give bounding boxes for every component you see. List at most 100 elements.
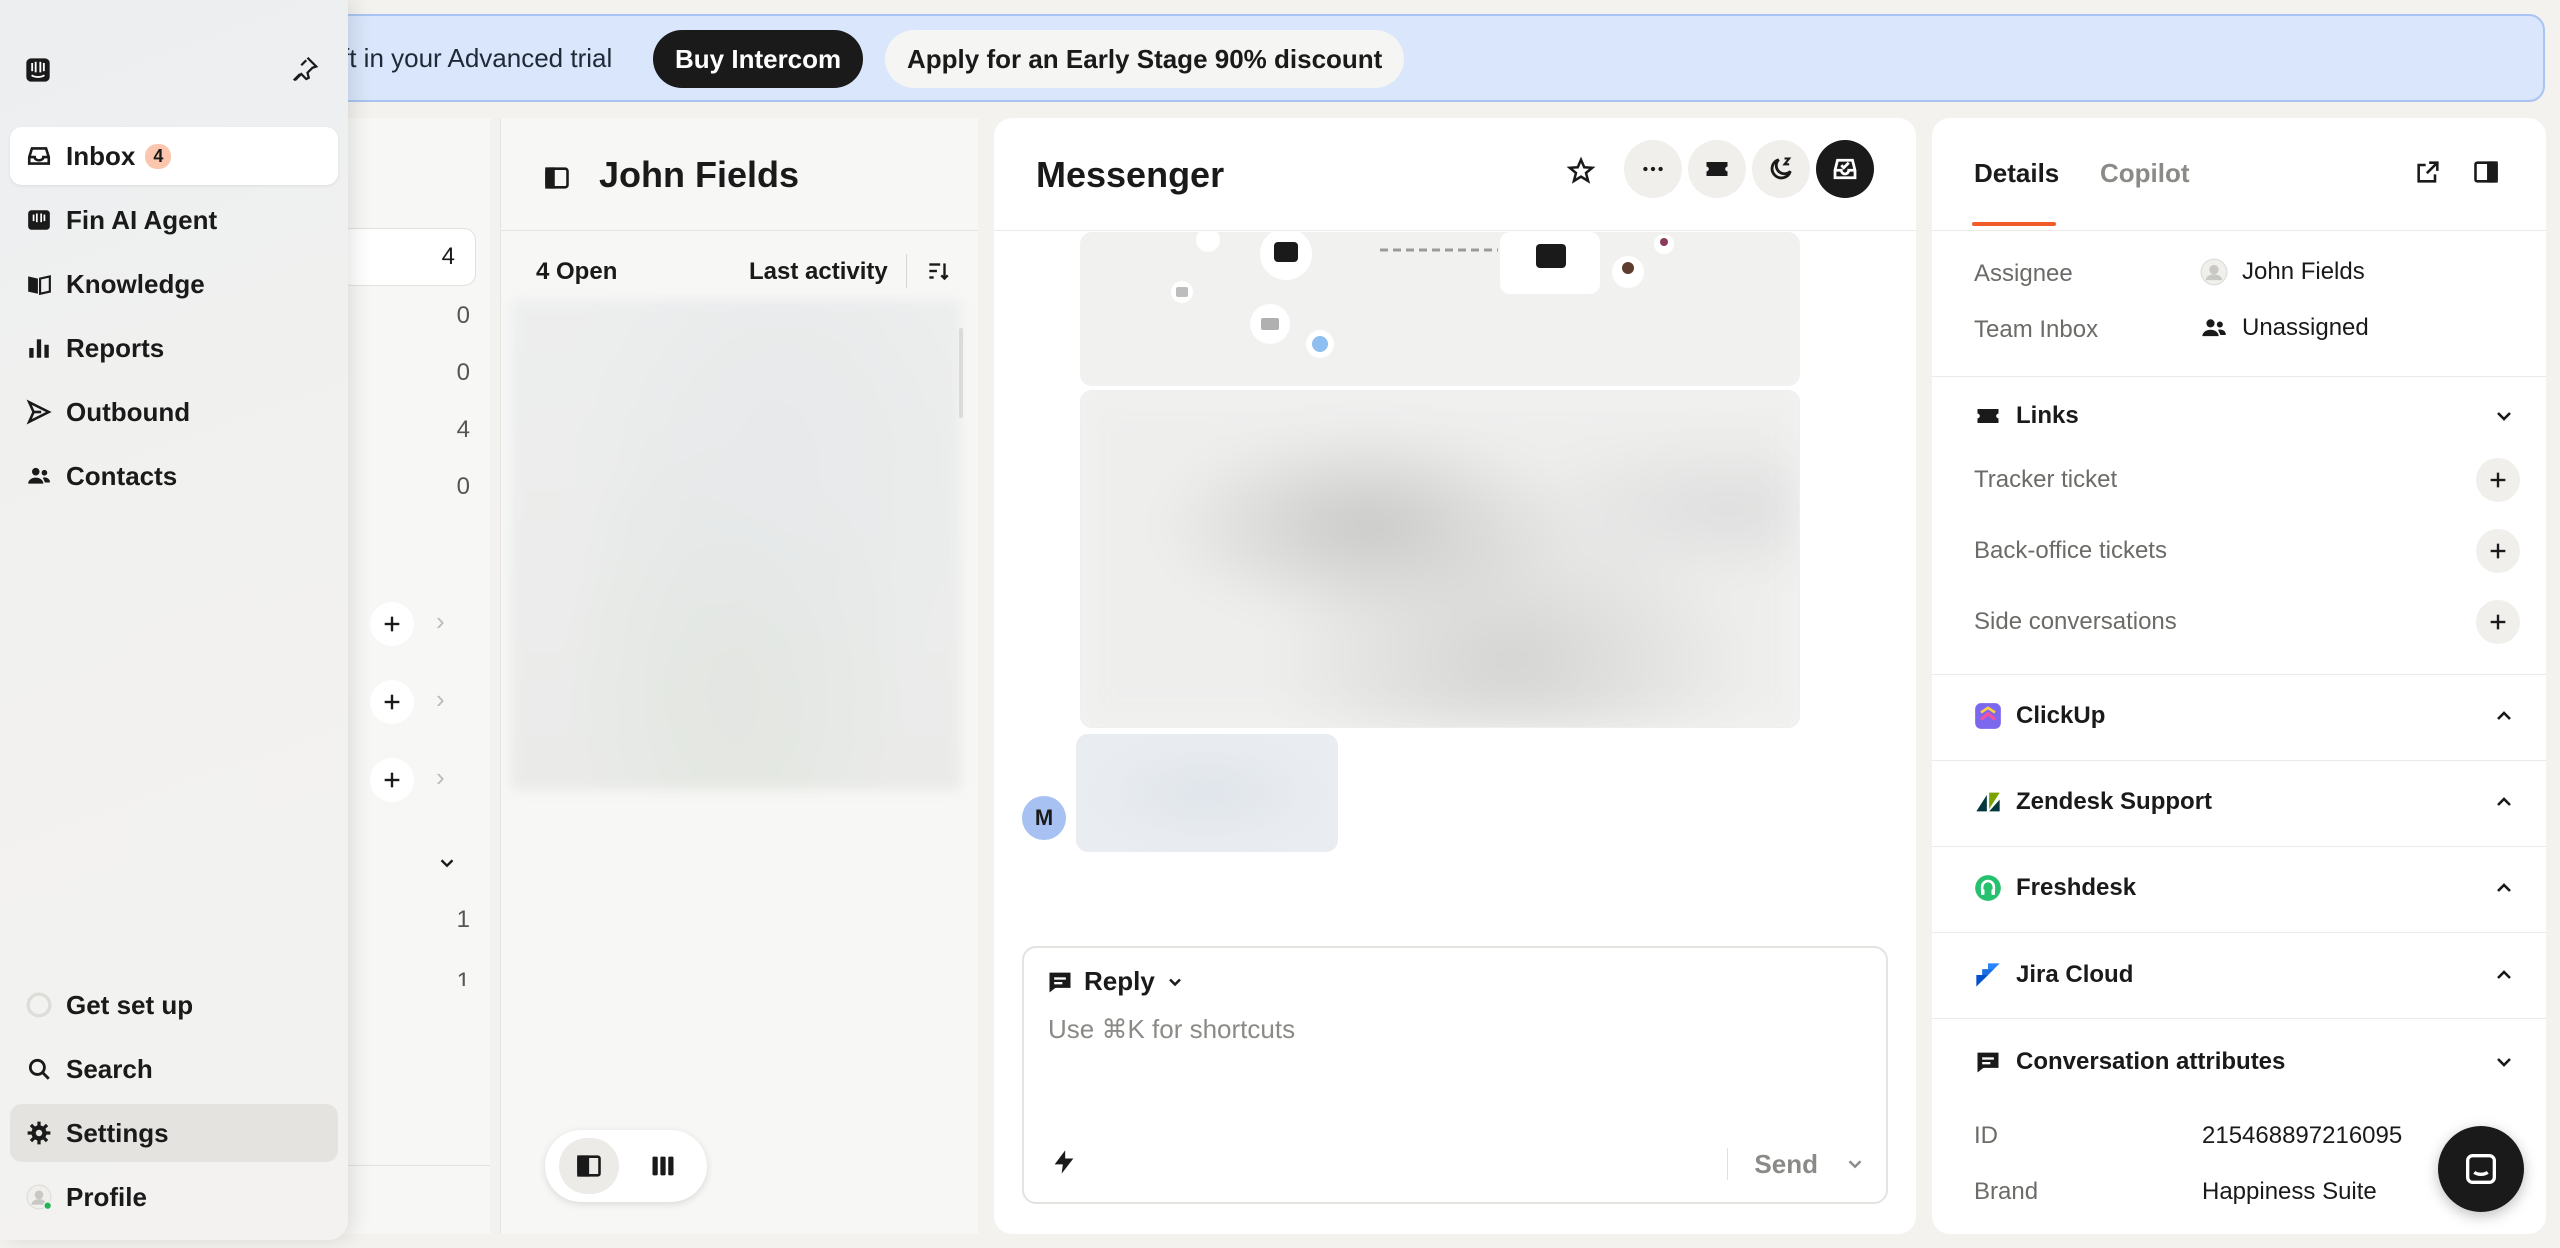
assignee-value[interactable]: John Fields bbox=[2200, 258, 2365, 286]
inbox-count-row[interactable]: 4 bbox=[457, 416, 470, 444]
sidebar-item-outbound[interactable]: Outbound bbox=[10, 383, 338, 441]
team-inbox-value[interactable]: Unassigned bbox=[2200, 314, 2369, 342]
sidebar-item-get-set-up[interactable]: Get set up bbox=[10, 976, 338, 1034]
open-in-new-window-icon[interactable] bbox=[2414, 158, 2442, 186]
trial-text: ft in your Advanced trial bbox=[342, 42, 613, 73]
three-column-layout-button[interactable] bbox=[633, 1138, 693, 1194]
add-group-button[interactable] bbox=[370, 758, 414, 802]
divider bbox=[501, 230, 978, 231]
integration-diagram-image bbox=[1171, 232, 1674, 358]
conversation-attributes-header[interactable]: Conversation attributes bbox=[1974, 1048, 2285, 1076]
sidebar-item-settings[interactable]: Settings bbox=[10, 1104, 338, 1162]
buy-intercom-button[interactable]: Buy Intercom bbox=[653, 30, 864, 88]
send-options-chevron-icon[interactable] bbox=[1844, 1153, 1866, 1175]
sidebar-item-search[interactable]: Search bbox=[10, 1040, 338, 1098]
snooze-button[interactable] bbox=[1752, 140, 1810, 198]
two-column-layout-button[interactable] bbox=[559, 1138, 619, 1194]
id-label: ID bbox=[1974, 1122, 1998, 1149]
chat-bubble-icon bbox=[2461, 1149, 2501, 1189]
messenger-launcher-button[interactable] bbox=[2438, 1126, 2524, 1212]
two-column-icon bbox=[575, 1152, 603, 1180]
conversation-list-blurred[interactable] bbox=[511, 300, 961, 790]
add-back-office-ticket-button[interactable] bbox=[2476, 529, 2520, 573]
plus-icon bbox=[2487, 469, 2509, 491]
sidebar-item-inbox[interactable]: Inbox 4 bbox=[10, 127, 338, 185]
chevron-down-icon[interactable] bbox=[2492, 404, 2516, 428]
inbox-count-row[interactable]: 4 bbox=[340, 228, 476, 286]
sidebar-item-reports[interactable]: Reports bbox=[10, 319, 338, 377]
clickup-icon bbox=[1974, 702, 2002, 730]
reply-input[interactable] bbox=[1048, 1014, 1848, 1045]
tab-details[interactable]: Details bbox=[1974, 158, 2059, 189]
convert-to-ticket-button[interactable] bbox=[1688, 140, 1746, 198]
chevron-right-icon[interactable]: › bbox=[436, 762, 445, 793]
list-title: John Fields bbox=[599, 154, 800, 195]
intercom-logo-icon[interactable] bbox=[24, 56, 52, 84]
add-group-button[interactable] bbox=[370, 680, 414, 724]
sidebar-item-contacts[interactable]: Contacts bbox=[10, 447, 338, 505]
search-icon bbox=[26, 1056, 52, 1082]
scrollbar[interactable] bbox=[959, 328, 963, 418]
send-button[interactable]: Send bbox=[1754, 1149, 1818, 1180]
header-divider bbox=[994, 230, 1916, 231]
lightning-icon[interactable] bbox=[1050, 1148, 1078, 1176]
freshdesk-section-header[interactable]: Freshdesk bbox=[1974, 874, 2136, 902]
chevron-down-icon[interactable] bbox=[436, 852, 458, 874]
jira-section-header[interactable]: Jira Cloud bbox=[1974, 961, 2133, 989]
sidebar-item-fin-ai-agent[interactable]: Fin AI Agent bbox=[10, 191, 338, 249]
id-value[interactable]: 215468897216095 bbox=[2202, 1122, 2402, 1150]
divider bbox=[1932, 230, 2546, 231]
group-count[interactable]: 1 bbox=[457, 968, 470, 986]
clickup-section-header[interactable]: ClickUp bbox=[1974, 702, 2105, 730]
links-section-header[interactable]: Links bbox=[1974, 402, 2079, 430]
add-tracker-ticket-button[interactable] bbox=[2476, 458, 2520, 502]
add-side-conversation-button[interactable] bbox=[2476, 600, 2520, 644]
pin-icon[interactable] bbox=[290, 54, 320, 84]
message-bubble-blurred[interactable] bbox=[1076, 734, 1338, 852]
trial-banner: ft in your Advanced trial Buy Intercom A… bbox=[160, 14, 2545, 102]
chevron-up-icon[interactable] bbox=[2492, 876, 2516, 900]
chevron-up-icon[interactable] bbox=[2492, 963, 2516, 987]
more-options-button[interactable] bbox=[1624, 140, 1682, 198]
plus-icon bbox=[381, 769, 403, 791]
collapse-sidebar-icon[interactable] bbox=[543, 164, 571, 192]
chevron-down-icon[interactable] bbox=[2492, 1050, 2516, 1074]
send-controls: Send bbox=[1727, 1148, 1866, 1180]
plus-icon bbox=[2487, 540, 2509, 562]
reply-mode-dropdown[interactable]: Reply bbox=[1046, 966, 1185, 997]
brand-value[interactable]: Happiness Suite bbox=[2202, 1178, 2377, 1206]
attachment-image[interactable] bbox=[1080, 232, 1800, 386]
zendesk-section-header[interactable]: Zendesk Support bbox=[1974, 788, 2212, 816]
sidebar-item-knowledge[interactable]: Knowledge bbox=[10, 255, 338, 313]
inbox-unread-badge: 4 bbox=[145, 143, 172, 169]
chevron-up-icon[interactable] bbox=[2492, 704, 2516, 728]
chevron-right-icon[interactable]: › bbox=[436, 684, 445, 715]
sort-direction-icon[interactable] bbox=[925, 258, 951, 284]
close-conversation-button[interactable] bbox=[1816, 140, 1874, 198]
assignee-label: Assignee bbox=[1974, 260, 2073, 287]
team-inbox-label: Team Inbox bbox=[1974, 316, 2099, 343]
user-avatar[interactable]: M bbox=[1022, 796, 1066, 840]
toggle-details-panel-icon[interactable] bbox=[2472, 158, 2500, 186]
gear-icon bbox=[26, 1120, 52, 1146]
add-group-button[interactable] bbox=[370, 602, 414, 646]
chevron-up-icon[interactable] bbox=[2492, 790, 2516, 814]
early-stage-discount-button[interactable]: Apply for an Early Stage 90% discount bbox=[885, 30, 1405, 88]
inbox-count-row[interactable]: 0 bbox=[457, 302, 470, 330]
back-office-tickets-label: Back-office tickets bbox=[1974, 537, 2167, 564]
plus-icon bbox=[2487, 611, 2509, 633]
tab-copilot[interactable]: Copilot bbox=[2100, 158, 2190, 189]
sidebar-item-profile[interactable]: Profile bbox=[10, 1168, 338, 1226]
chevron-right-icon[interactable]: › bbox=[436, 606, 445, 637]
inbox-count-row[interactable]: 0 bbox=[457, 473, 470, 501]
attachment-image-blurred[interactable] bbox=[1080, 390, 1800, 728]
active-tab-indicator bbox=[1972, 222, 2056, 226]
star-icon[interactable] bbox=[1566, 156, 1596, 186]
brand-label: Brand bbox=[1974, 1178, 2039, 1205]
inbox-count-row[interactable]: 0 bbox=[457, 359, 470, 387]
sort-dropdown[interactable]: Last activity bbox=[749, 258, 888, 286]
zendesk-icon bbox=[1974, 788, 2002, 816]
book-icon bbox=[26, 271, 52, 297]
open-count-filter[interactable]: 4 Open bbox=[536, 258, 617, 286]
group-count[interactable]: 1 bbox=[457, 906, 470, 934]
